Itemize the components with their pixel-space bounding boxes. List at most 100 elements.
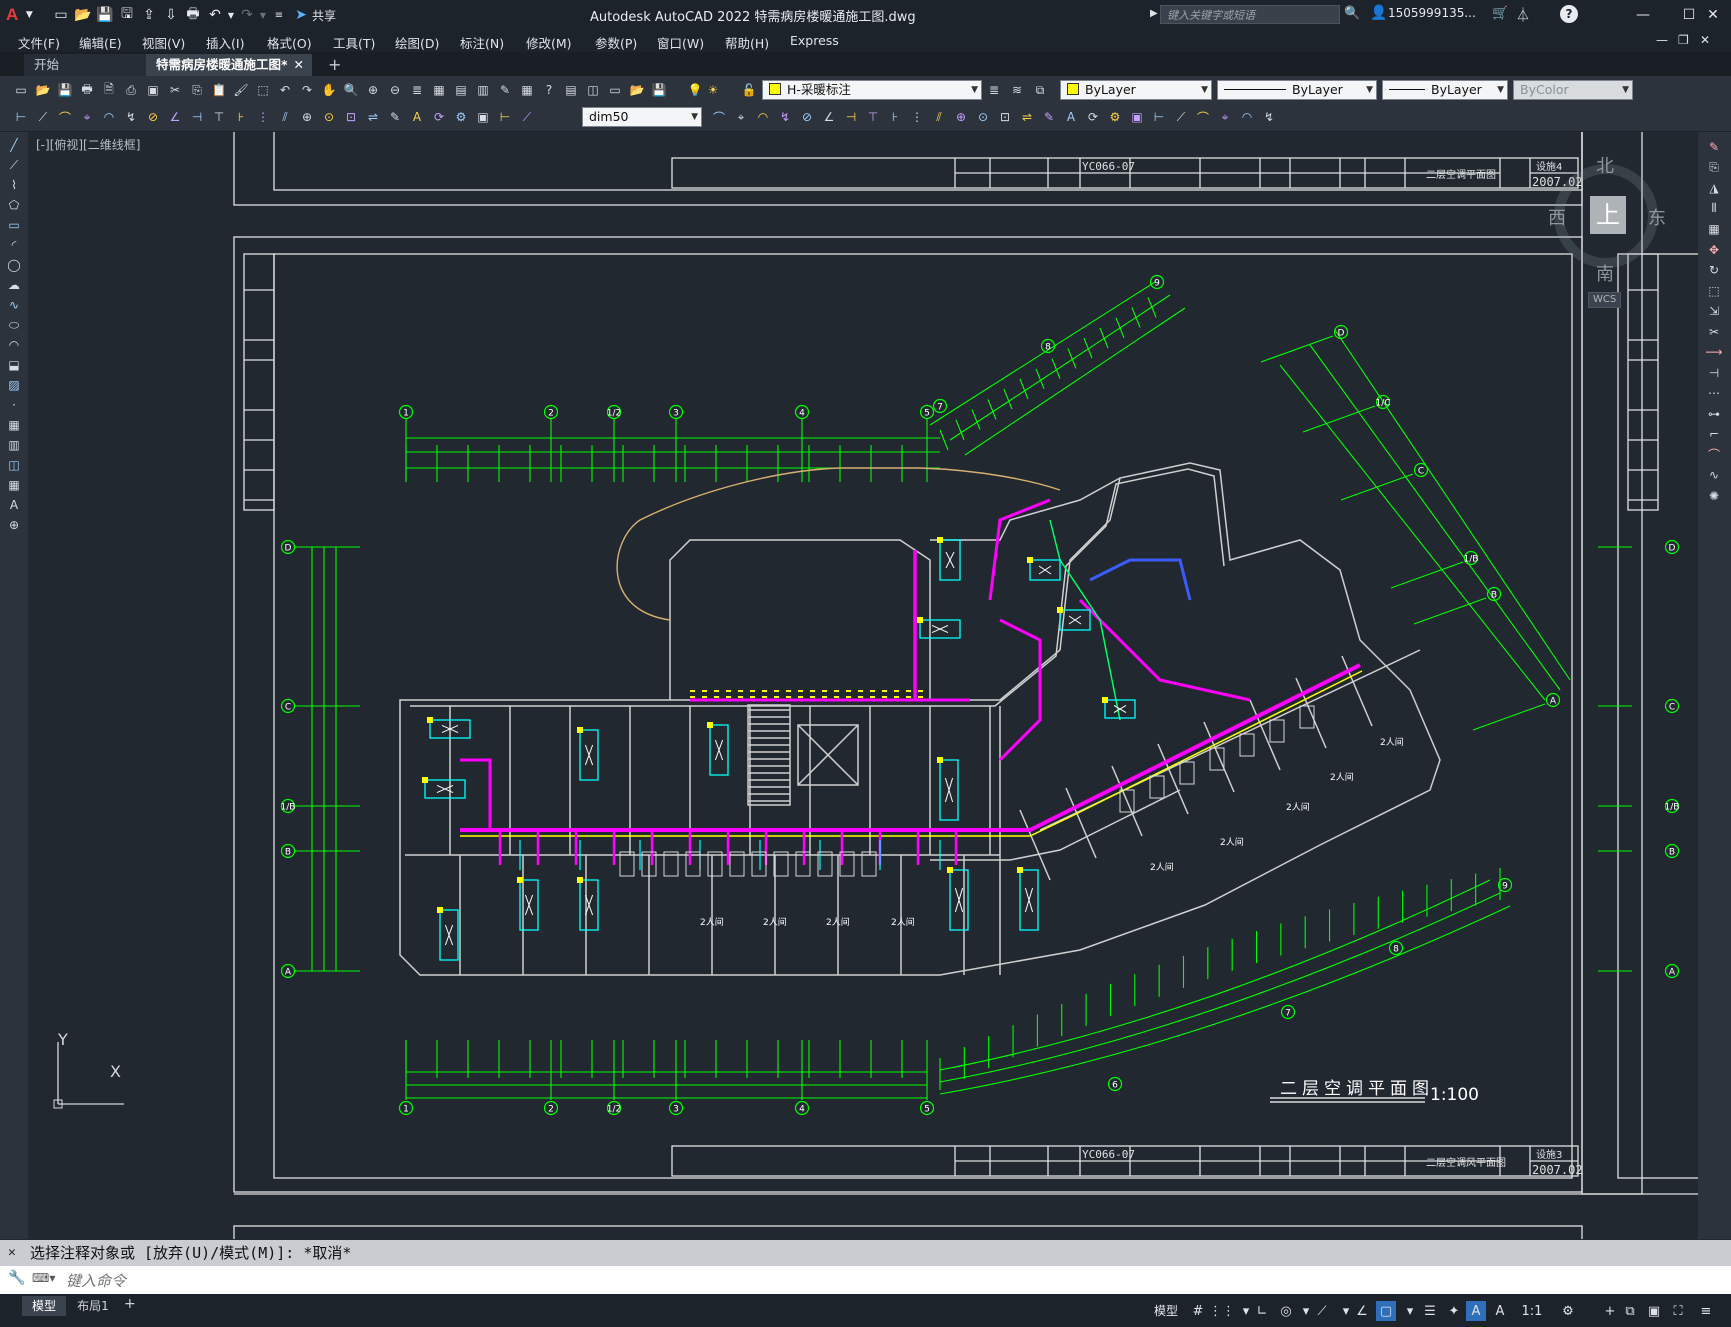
open-file-icon[interactable]: 📂 (72, 5, 94, 25)
dim-angular-icon[interactable]: ∠ (820, 108, 838, 126)
plot-preview-icon[interactable]: 🗎 (100, 81, 118, 99)
dim-text-edit-icon[interactable]: A (408, 108, 426, 126)
polar-icon[interactable]: ◎ (1276, 1301, 1296, 1321)
offset-icon[interactable]: ⫴ (1705, 200, 1723, 218)
viewcube-north[interactable]: 北 (1596, 152, 1614, 178)
workspace-gear-icon[interactable]: ⚙ (1558, 1301, 1578, 1321)
zoom-realtime-icon[interactable]: 🔍 (342, 81, 360, 99)
mirror-icon[interactable]: ◮ (1705, 179, 1723, 197)
polygon-icon[interactable]: ⬠ (5, 196, 23, 214)
help-icon[interactable]: ? (540, 81, 558, 99)
tab-layout1[interactable]: 布局1 (68, 1296, 118, 1316)
dim-jogged-icon[interactable]: ↯ (1260, 108, 1278, 126)
chamfer-icon[interactable]: ⌐ (1705, 425, 1723, 443)
trim-icon[interactable]: ✂ (1705, 323, 1723, 341)
menu-modify[interactable]: 修改(M) (526, 33, 572, 52)
pan-icon[interactable]: ✋ (320, 81, 338, 99)
auto-scale-icon[interactable]: A (1466, 1301, 1486, 1321)
spline-icon[interactable]: ∿ (5, 296, 23, 314)
viewcube[interactable]: 上 北 南 西 东 WCS (1548, 152, 1668, 308)
tool-palettes-icon[interactable]: ▤ (452, 81, 470, 99)
region-icon[interactable]: ◫ (5, 456, 23, 474)
save-icon[interactable]: 💾 (650, 81, 668, 99)
markup-icon[interactable]: ✎ (496, 81, 514, 99)
cart-icon[interactable]: 🛒 (1492, 6, 1508, 21)
new-icon[interactable]: ▭ (12, 81, 30, 99)
dim-linear-icon[interactable]: ⊢ (12, 108, 30, 126)
zoom-previous-icon[interactable]: ⊖ (386, 81, 404, 99)
scale-icon[interactable]: ⬚ (1705, 282, 1723, 300)
layer-dropdown[interactable]: H-采暖标注 ▼ (762, 80, 982, 100)
dim-break-icon[interactable]: ⫽ (930, 108, 948, 126)
continue-icon[interactable]: ⊦ (886, 108, 904, 126)
dim-ordinate-icon[interactable]: ⌖ (1216, 108, 1234, 126)
status-model-space[interactable]: 模型 (1154, 1302, 1178, 1319)
app-menu-chevron-icon[interactable]: ▼ (18, 5, 40, 25)
menu-parameter[interactable]: 参数(P) (595, 33, 637, 52)
isolate-objects-icon[interactable]: ⧉ (1620, 1301, 1640, 1321)
save-as-icon[interactable]: 🖫 (116, 5, 138, 25)
dim-edit-icon[interactable]: ✎ (1040, 108, 1058, 126)
break-icon[interactable]: ⋯ (1705, 384, 1723, 402)
object-snap-icon[interactable]: ▢ (1376, 1301, 1396, 1321)
erase-icon[interactable]: ✎ (1705, 138, 1723, 156)
inspect-icon[interactable]: ⊡ (342, 108, 360, 126)
inspect-icon[interactable]: ⊡ (996, 108, 1014, 126)
layer-state-icon[interactable]: ◫ (584, 81, 602, 99)
viewcube-face-top[interactable]: 上 (1590, 196, 1626, 234)
dim-break-icon[interactable]: ⫽ (276, 108, 294, 126)
menu-express[interactable]: Express (790, 33, 839, 48)
add-layout-icon[interactable]: + (124, 1296, 136, 1312)
explode-icon[interactable]: ✺ (1705, 487, 1723, 505)
layer-previous-icon[interactable]: ⧉ (1031, 81, 1049, 99)
insert-block-icon[interactable]: ⬓ (5, 356, 23, 374)
open-from-web-icon[interactable]: ⇪ (138, 5, 160, 25)
minimize-button[interactable]: — (1630, 4, 1656, 26)
fillet-icon[interactable]: ⌒ (1705, 446, 1723, 464)
dim-jogged-icon[interactable]: ↯ (122, 108, 140, 126)
array-icon[interactable]: ▦ (1705, 220, 1723, 238)
add-selected-icon[interactable]: ⊕ (5, 516, 23, 534)
annotation-scale-value[interactable]: 1:1 (1518, 1301, 1546, 1321)
join-icon[interactable]: ⊶ (1705, 405, 1723, 423)
dim-arc-icon[interactable]: ⌒ (710, 108, 728, 126)
isodraft-icon[interactable]: ⟋ (1312, 1301, 1332, 1321)
copy-object-icon[interactable]: ⎘ (1705, 159, 1723, 177)
revision-cloud-icon[interactable]: ☁ (5, 276, 23, 294)
lineweight-dropdown[interactable]: ByLayer ▼ (1382, 80, 1508, 100)
dim-edit-icon[interactable]: ✎ (386, 108, 404, 126)
dim-space-icon[interactable]: ⋮ (908, 108, 926, 126)
user-account[interactable]: 1505999135... (1388, 6, 1476, 20)
dim-arc-icon[interactable]: ⌒ (1194, 108, 1212, 126)
user-icon[interactable]: 👤 (1370, 5, 1387, 21)
quickcalc-icon[interactable]: ▦ (518, 81, 536, 99)
line-icon[interactable]: ╱ (5, 136, 23, 154)
tolerance-icon[interactable]: ⊕ (952, 108, 970, 126)
open-icon[interactable]: 📂 (628, 81, 646, 99)
viewcube-west[interactable]: 西 (1548, 204, 1566, 230)
menu-file[interactable]: 文件(F) (18, 33, 60, 52)
new-tab-icon[interactable]: + (318, 54, 342, 76)
design-center-icon[interactable]: ▦ (430, 81, 448, 99)
doc-minimize-icon[interactable]: — (1656, 33, 1668, 47)
layer-lock-icon[interactable]: 🔓 (740, 81, 758, 99)
menu-format[interactable]: 格式(O) (267, 33, 312, 52)
plot-icon[interactable]: 🖶 (182, 5, 204, 25)
publish-icon[interactable]: ⎙ (122, 81, 140, 99)
jogged-linear-icon[interactable]: ⇌ (364, 108, 382, 126)
help-icon[interactable]: ? (1560, 5, 1578, 23)
maximize-button[interactable]: ☐ (1676, 4, 1702, 26)
command-close-icon[interactable]: ✕ (8, 1240, 16, 1266)
command-prompt-icon[interactable]: ⌨▾ (32, 1271, 55, 1285)
3d-print-icon[interactable]: ▣ (144, 81, 162, 99)
cut-icon[interactable]: ✂ (166, 81, 184, 99)
extend-icon[interactable]: ⟶ (1705, 343, 1723, 361)
dim-style-icon[interactable]: ⚙ (1106, 108, 1124, 126)
dim-text-edit-icon[interactable]: A (1062, 108, 1080, 126)
linetype-dropdown[interactable]: ByLayer ▼ (1217, 80, 1377, 100)
menu-tools[interactable]: 工具(T) (333, 33, 375, 52)
share-icon[interactable]: ➤ (290, 5, 312, 25)
dim-linear-icon[interactable]: ⊢ (1150, 108, 1168, 126)
dim-update-icon[interactable]: ⟳ (1084, 108, 1102, 126)
undo-icon[interactable]: ↶ (204, 5, 226, 25)
